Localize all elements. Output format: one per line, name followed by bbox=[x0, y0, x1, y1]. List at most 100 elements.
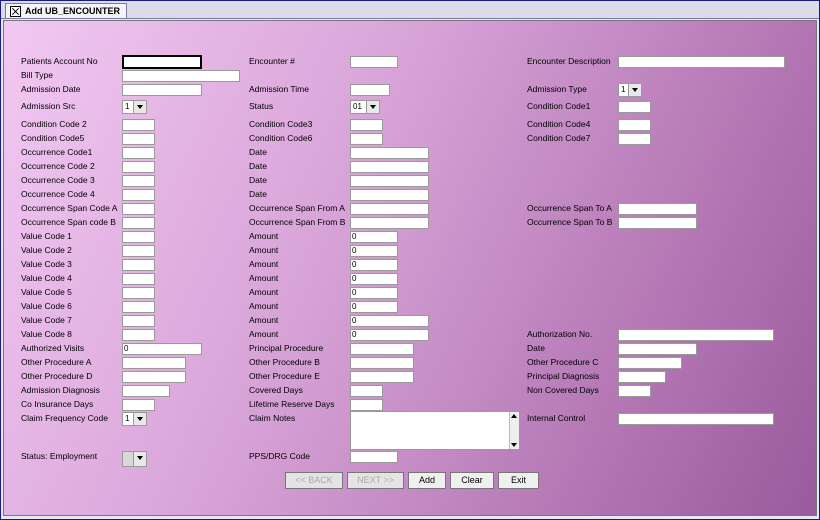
condition-code4-input[interactable] bbox=[618, 119, 651, 131]
claim-notes-textarea[interactable] bbox=[350, 411, 520, 450]
value-code4-input[interactable] bbox=[122, 273, 155, 285]
amount2-input[interactable]: 0 bbox=[350, 245, 398, 257]
encounter-description-input[interactable] bbox=[618, 56, 785, 68]
occ-span-code-b-input[interactable] bbox=[122, 217, 155, 229]
internal-control-input[interactable] bbox=[618, 413, 774, 425]
admission-src-select[interactable]: 1 bbox=[122, 100, 147, 114]
occurrence-code2-input[interactable] bbox=[122, 161, 155, 173]
value-code5-input[interactable] bbox=[122, 287, 155, 299]
admission-time-input[interactable] bbox=[350, 84, 390, 96]
next-button[interactable]: NEXT >> bbox=[347, 472, 404, 489]
value-code2-input[interactable] bbox=[122, 245, 155, 257]
admission-diagnosis-label: Admission Diagnosis bbox=[21, 385, 100, 395]
occ-span-code-a-input[interactable] bbox=[122, 203, 155, 215]
patients-account-no-label: Patients Account No bbox=[21, 56, 98, 66]
principal-procedure-input[interactable] bbox=[350, 343, 414, 355]
value-code6-input[interactable] bbox=[122, 301, 155, 313]
amount-label: Amount bbox=[249, 231, 279, 241]
occurrence-code3-input[interactable] bbox=[122, 175, 155, 187]
amount-label: Amount bbox=[249, 259, 279, 269]
other-procedure-b-label: Other Procedure B bbox=[249, 357, 320, 367]
condition-code1-input[interactable] bbox=[618, 101, 651, 113]
occurrence-date3-input[interactable] bbox=[350, 175, 429, 187]
value-code1-input[interactable] bbox=[122, 231, 155, 243]
condition-code6-label: Condition Code6 bbox=[249, 133, 313, 143]
admission-diagnosis-input[interactable] bbox=[122, 385, 170, 397]
occurrence-date4-input[interactable] bbox=[350, 189, 429, 201]
occ-span-to-b-input[interactable] bbox=[618, 217, 697, 229]
amount6-input[interactable]: 0 bbox=[350, 301, 398, 313]
value-code2-label: Value Code 2 bbox=[21, 245, 72, 255]
admission-type-select[interactable]: 1 bbox=[618, 83, 642, 97]
occ-span-from-a-label: Occurrence Span From A bbox=[249, 203, 345, 213]
scrollbar[interactable] bbox=[509, 412, 519, 449]
amount1-input[interactable]: 0 bbox=[350, 231, 398, 243]
exit-button[interactable]: Exit bbox=[498, 472, 539, 489]
covered-days-input[interactable] bbox=[350, 385, 383, 397]
tab-add-ub-encounter[interactable]: Add UB_ENCOUNTER bbox=[5, 3, 128, 18]
close-icon[interactable] bbox=[10, 5, 21, 17]
principal-diagnosis-input[interactable] bbox=[618, 371, 666, 383]
chevron-down-icon[interactable] bbox=[133, 101, 146, 113]
other-procedure-b-input[interactable] bbox=[350, 357, 414, 369]
clear-button[interactable]: Clear bbox=[450, 472, 494, 489]
chevron-down-icon[interactable] bbox=[133, 452, 146, 466]
authorization-no-input[interactable] bbox=[618, 329, 774, 341]
arrow-up-icon[interactable] bbox=[511, 414, 517, 418]
encounter-no-input[interactable] bbox=[350, 56, 398, 68]
other-procedure-d-label: Other Procedure D bbox=[21, 371, 93, 381]
status-select[interactable]: 01 bbox=[350, 100, 380, 114]
occurrence-code1-input[interactable] bbox=[122, 147, 155, 159]
patients-account-no-input[interactable] bbox=[122, 55, 202, 69]
value-code7-input[interactable] bbox=[122, 315, 155, 327]
condition-code5-input[interactable] bbox=[122, 133, 155, 145]
back-button[interactable]: << BACK bbox=[285, 472, 343, 489]
other-procedure-e-input[interactable] bbox=[350, 371, 414, 383]
arrow-down-icon[interactable] bbox=[511, 443, 517, 447]
other-procedure-c-input[interactable] bbox=[618, 357, 682, 369]
other-procedure-a-input[interactable] bbox=[122, 357, 186, 369]
status-employment-select[interactable] bbox=[122, 451, 147, 467]
occ-span-to-b-label: Occurrence Span To B bbox=[527, 217, 613, 227]
occ-span-from-b-input[interactable] bbox=[350, 217, 429, 229]
occurrence-date1-input[interactable] bbox=[350, 147, 429, 159]
occ-span-to-a-input[interactable] bbox=[618, 203, 697, 215]
other-procedure-d-input[interactable] bbox=[122, 371, 186, 383]
non-covered-days-input[interactable] bbox=[618, 385, 651, 397]
value-code7-label: Value Code 7 bbox=[21, 315, 72, 325]
pps-drg-code-input[interactable] bbox=[350, 451, 398, 463]
authorized-visits-input[interactable]: 0 bbox=[122, 343, 202, 355]
authorized-visits-label: Authorized Visits bbox=[21, 343, 85, 353]
occurrence-code4-input[interactable] bbox=[122, 189, 155, 201]
condition-code2-input[interactable] bbox=[122, 119, 155, 131]
claim-frequency-code-select[interactable]: 1 bbox=[122, 412, 147, 426]
chevron-down-icon[interactable] bbox=[628, 84, 641, 96]
date-label: Date bbox=[527, 343, 545, 353]
value-code3-input[interactable] bbox=[122, 259, 155, 271]
condition-code6-input[interactable] bbox=[350, 133, 383, 145]
lifetime-reserve-days-input[interactable] bbox=[350, 399, 383, 411]
occ-span-from-a-input[interactable] bbox=[350, 203, 429, 215]
date-label: Date bbox=[249, 189, 267, 199]
internal-control-label: Internal Control bbox=[527, 413, 586, 423]
amount4-input[interactable]: 0 bbox=[350, 273, 398, 285]
occurrence-date2-input[interactable] bbox=[350, 161, 429, 173]
admission-date-input[interactable] bbox=[122, 84, 202, 96]
add-button[interactable]: Add bbox=[408, 472, 446, 489]
admission-src-label: Admission Src bbox=[21, 101, 76, 111]
condition-code7-input[interactable] bbox=[618, 133, 651, 145]
value-code8-input[interactable] bbox=[122, 329, 155, 341]
amount5-input[interactable]: 0 bbox=[350, 287, 398, 299]
amount8-input[interactable]: 0 bbox=[350, 329, 429, 341]
amount3-input[interactable]: 0 bbox=[350, 259, 398, 271]
condition-code3-input[interactable] bbox=[350, 119, 383, 131]
chevron-down-icon[interactable] bbox=[133, 413, 146, 425]
date-label: Date bbox=[249, 161, 267, 171]
principal-procedure-date-input[interactable] bbox=[618, 343, 697, 355]
bill-type-input[interactable] bbox=[122, 70, 240, 82]
value-code1-label: Value Code 1 bbox=[21, 231, 72, 241]
amount7-input[interactable]: 0 bbox=[350, 315, 429, 327]
co-insurance-days-input[interactable] bbox=[122, 399, 155, 411]
form-panel: Patients Account No Encounter # Encounte… bbox=[3, 20, 817, 516]
chevron-down-icon[interactable] bbox=[366, 101, 379, 113]
